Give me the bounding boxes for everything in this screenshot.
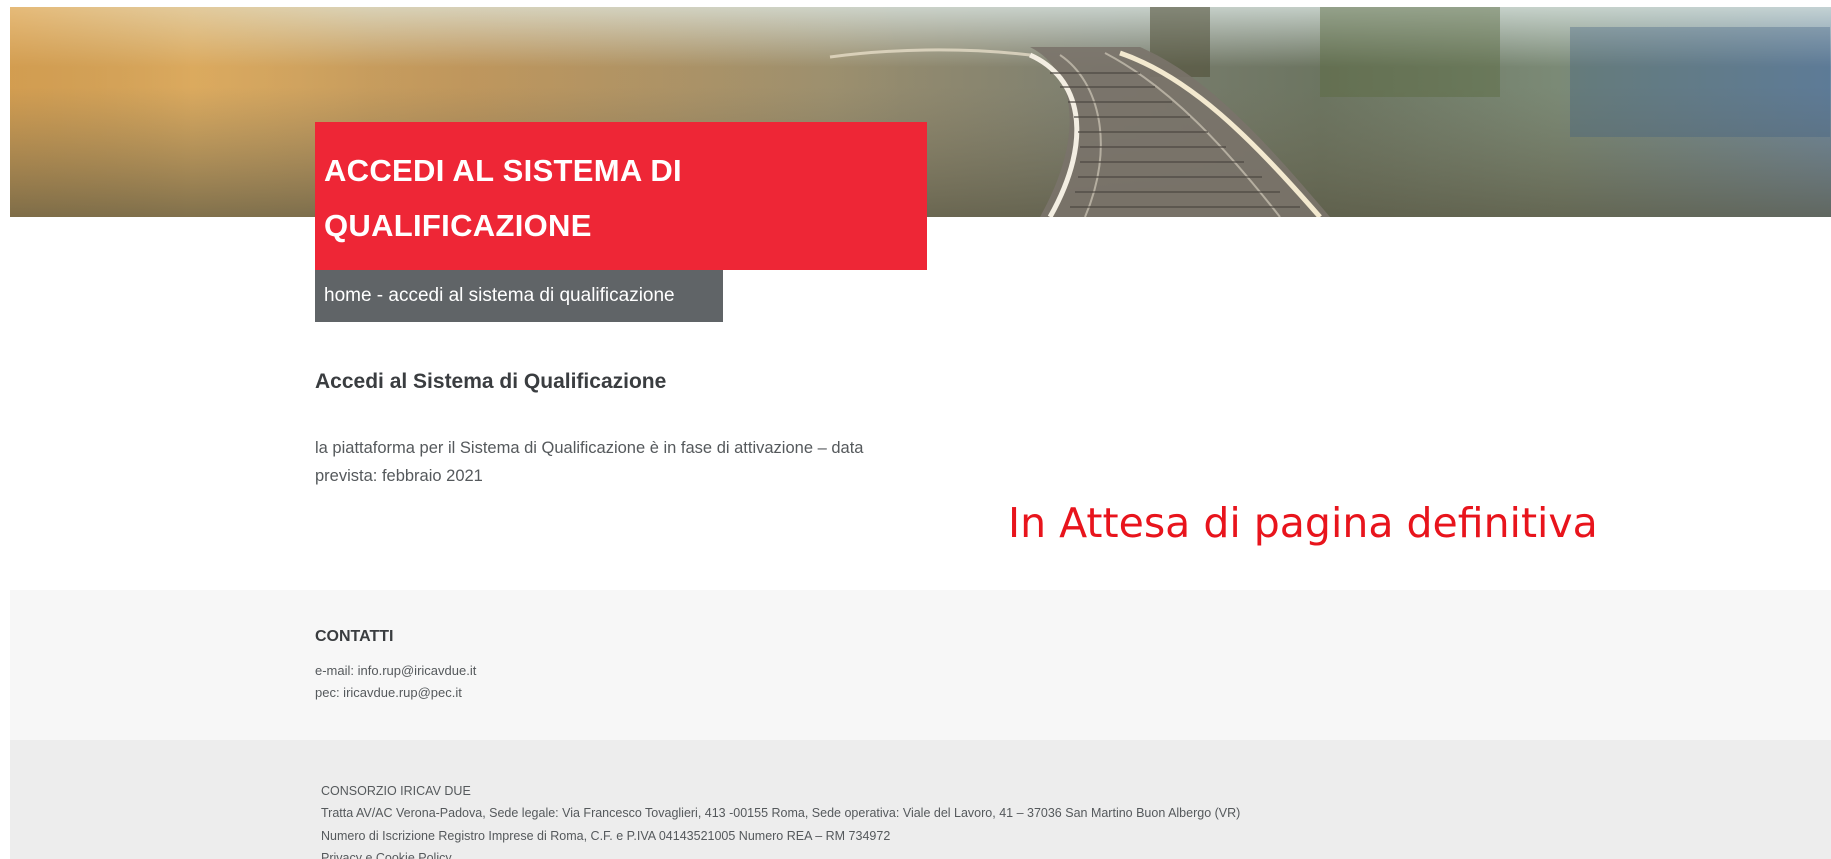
contact-pec-link[interactable]: pec: iricavdue.rup@pec.it	[315, 684, 462, 702]
pending-page-note: In Attesa di pagina definitiva	[1008, 499, 1598, 547]
contacts-heading: CONTATTI	[315, 628, 394, 645]
footer-registry-info: Numero di Iscrizione Registro Imprese di…	[321, 829, 891, 843]
breadcrumb[interactable]: home - accedi al sistema di qualificazio…	[315, 270, 723, 322]
privacy-cookie-policy-link[interactable]: Privacy e Cookie Policy	[321, 849, 452, 859]
section-heading: Accedi al Sistema di Qualificazione	[315, 370, 667, 393]
footer-company-name: CONSORZIO IRICAV DUE	[321, 784, 471, 798]
contacts-section: CONTATTI e-mail: info.rup@iricavdue.it p…	[10, 590, 1831, 740]
contact-email-link[interactable]: e-mail: info.rup@iricavdue.it	[315, 662, 476, 680]
legal-footer: CONSORZIO IRICAV DUE Tratta AV/AC Verona…	[10, 740, 1831, 859]
activation-notice-text: la piattaforma per il Sistema di Qualifi…	[315, 439, 864, 485]
page-title: ACCEDI AL SISTEMA DI QUALIFICAZIONE	[324, 153, 682, 243]
footer-address: Tratta AV/AC Verona-Padova, Sede legale:…	[321, 806, 1241, 820]
page: ACCEDI AL SISTEMA DI QUALIFICAZIONE home…	[0, 0, 1831, 859]
page-title-box: ACCEDI AL SISTEMA DI QUALIFICAZIONE	[315, 122, 927, 270]
